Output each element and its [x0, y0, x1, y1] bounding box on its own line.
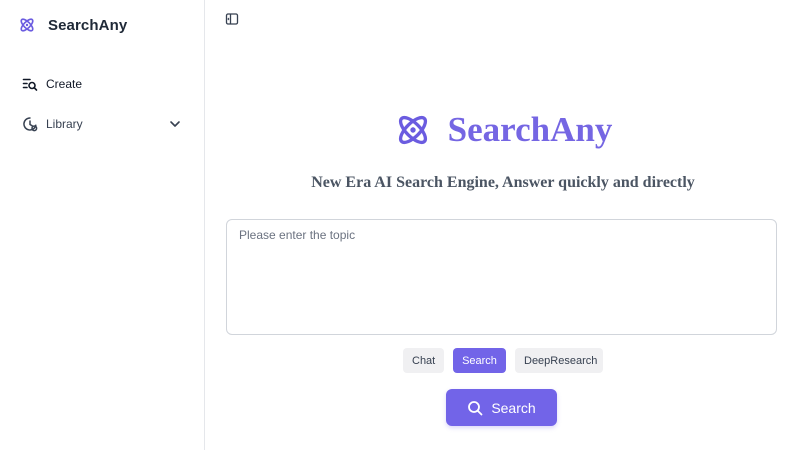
mode-selector: Chat Search DeepResearch — [206, 348, 800, 373]
atom-icon — [394, 111, 432, 149]
search-submit-button[interactable]: Search — [446, 389, 557, 426]
mode-deepresearch-button[interactable]: DeepResearch — [515, 348, 603, 373]
search-icon — [467, 400, 483, 416]
sidebar-item-create[interactable]: Create — [22, 74, 82, 94]
clock-library-icon — [22, 116, 38, 132]
mode-search-button[interactable]: Search — [453, 348, 506, 373]
sidebar: SearchAny Create Library — [0, 0, 205, 450]
search-button-label: Search — [491, 399, 536, 416]
sidebar-item-label: Create — [46, 77, 83, 91]
brand[interactable]: SearchAny — [18, 14, 127, 36]
tagline: New Era AI Search Engine, Answer quickly… — [311, 174, 695, 191]
mode-chat-button[interactable]: Chat — [403, 348, 444, 373]
sidebar-toggle-icon[interactable] — [225, 12, 239, 26]
page-title: SearchAny — [447, 110, 613, 149]
atom-icon — [18, 16, 36, 34]
sidebar-item-library[interactable]: Library — [22, 114, 182, 134]
brand-name: SearchAny — [48, 16, 128, 34]
create-search-icon — [22, 76, 38, 92]
topic-input[interactable] — [226, 219, 777, 335]
chevron-down-icon[interactable] — [168, 117, 182, 131]
sidebar-item-label: Library — [46, 117, 83, 131]
hero: SearchAny — [206, 108, 800, 152]
